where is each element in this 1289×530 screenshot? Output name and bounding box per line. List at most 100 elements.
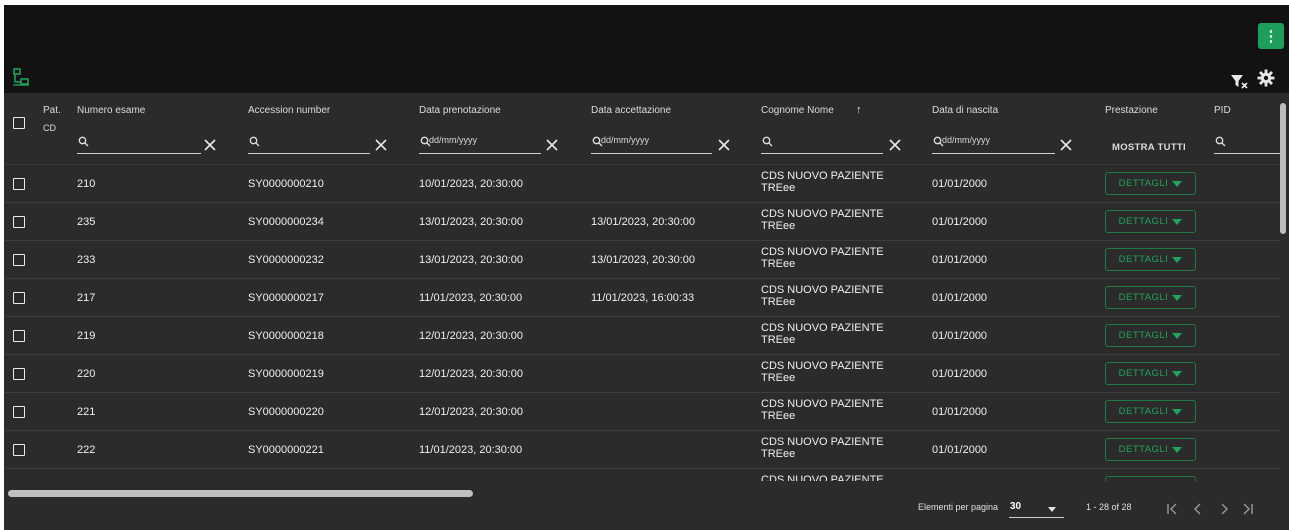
details-button[interactable]: DETTAGLI — [1105, 248, 1196, 271]
close-icon[interactable] — [204, 139, 216, 151]
data-nascita-filter-input[interactable]: dd/mm/yyyy — [932, 133, 1055, 154]
cognome-nome-line1: CDS NUOVO PAZIENTE — [761, 436, 884, 448]
caret-down-icon — [1172, 218, 1183, 225]
table-header: Pat. CD Numero esame Accession number Da… — [4, 93, 1280, 165]
column-header-numero-esame[interactable]: Numero esame — [77, 105, 145, 116]
sort-ascending-icon[interactable]: ↑ — [856, 104, 862, 116]
numero-esame-filter-input[interactable] — [77, 133, 201, 154]
horizontal-scrollbar[interactable] — [4, 487, 1289, 497]
details-button-label: DETTAGLI — [1118, 292, 1169, 303]
table-row[interactable]: 221 SY0000000220 12/01/2023, 20:30:00 CDS N… — [4, 393, 1280, 431]
accession-cell: SY0000000210 — [248, 178, 324, 190]
row-checkbox[interactable] — [13, 330, 25, 342]
table-row[interactable]: 233 SY0000000232 13/01/2023, 20:30:00 13/01… — [4, 241, 1280, 279]
details-button[interactable]: DETTAGLI — [1105, 172, 1196, 195]
row-checkbox[interactable] — [13, 292, 25, 304]
data-prenotazione-cell: 13/01/2023, 20:30:00 — [419, 254, 523, 266]
row-checkbox[interactable] — [13, 406, 25, 418]
paginator: Elementi per pagina 30 1 - 28 of 28 — [4, 497, 1289, 530]
column-header-data-nascita[interactable]: Data di nascita — [932, 105, 998, 116]
data-prenotazione-cell: 11/01/2023, 20:30:00 — [419, 444, 523, 456]
search-icon — [762, 136, 773, 147]
table-row[interactable]: 235 SY0000000234 13/01/2023, 20:30:00 13/01… — [4, 203, 1280, 241]
gear-icon[interactable] — [1257, 69, 1275, 87]
horizontal-scrollbar-thumb[interactable] — [8, 490, 473, 497]
data-nascita-cell: 01/01/2000 — [932, 406, 988, 418]
column-header-data-accettazione[interactable]: Data accettazione — [591, 105, 671, 116]
close-icon[interactable] — [718, 139, 730, 151]
cognome-nome-filter-input[interactable] — [761, 133, 883, 154]
table-row[interactable]: 217 SY0000000217 11/01/2023, 20:30:00 11/01… — [4, 279, 1280, 317]
details-button[interactable]: DETTAGLI — [1105, 210, 1196, 233]
cognome-nome-line2: TREee — [761, 220, 796, 232]
date-placeholder: dd/mm/yyyy — [601, 135, 650, 145]
data-prenotazione-filter-input[interactable]: dd/mm/yyyy — [419, 133, 541, 154]
data-nascita-cell: 01/01/2000 — [932, 330, 988, 342]
row-checkbox[interactable] — [13, 216, 25, 228]
cognome-nome-line1: CDS NUOVO PAZIENTE — [761, 322, 884, 334]
table-row[interactable]: 210 SY0000000210 10/01/2023, 20:30:00 CDS N… — [4, 165, 1280, 203]
more-menu-button[interactable]: ⋮ — [1258, 23, 1284, 49]
numero-esame-cell: 235 — [77, 216, 96, 228]
cognome-nome-line1: CDS NUOVO PAZIENTE — [761, 284, 884, 296]
data-prenotazione-cell: 13/01/2023, 20:30:00 — [419, 216, 523, 228]
cognome-nome-line1: CDS NUOVO PAZIENTE — [761, 360, 884, 372]
caret-down-icon — [1172, 408, 1183, 415]
pid-filter-input[interactable] — [1214, 133, 1280, 154]
numero-esame-cell: 210 — [77, 178, 96, 190]
data-accettazione-cell: 11/01/2023, 16:00:33 — [591, 292, 695, 304]
numero-esame-cell: 220 — [77, 368, 96, 380]
page-range-label: 1 - 28 of 28 — [1086, 502, 1132, 512]
row-checkbox[interactable] — [13, 254, 25, 266]
table-row[interactable]: 223SY000000022222/01/2023, 20:30:00CDS N… — [4, 469, 1280, 481]
next-page-icon[interactable] — [1216, 501, 1232, 517]
data-accettazione-filter-input[interactable]: dd/mm/yyyy — [591, 133, 712, 154]
column-header-cognome-nome[interactable]: Cognome Nome — [761, 105, 834, 116]
details-button[interactable]: DETTAGLI — [1105, 476, 1196, 481]
numero-esame-cell: 222 — [77, 444, 96, 456]
column-header-prestazione[interactable]: Prestazione — [1105, 105, 1158, 116]
details-button[interactable]: DETTAGLI — [1105, 362, 1196, 385]
row-checkbox[interactable] — [13, 444, 25, 456]
close-icon[interactable] — [375, 139, 387, 151]
previous-page-icon[interactable] — [1190, 501, 1206, 517]
table-row[interactable]: 222 SY0000000221 11/01/2023, 20:30:00 CDS N… — [4, 431, 1280, 469]
last-page-icon[interactable] — [1240, 501, 1256, 517]
numero-esame-cell: 221 — [77, 406, 96, 418]
details-button-label: DETTAGLI — [1118, 368, 1169, 379]
accession-filter-input[interactable] — [248, 133, 370, 154]
row-checkbox[interactable] — [13, 368, 25, 380]
data-prenotazione-cell: 12/01/2023, 20:30:00 — [419, 406, 523, 418]
close-icon[interactable] — [1060, 139, 1072, 151]
table-row[interactable]: 220 SY0000000219 12/01/2023, 20:30:00 CDS N… — [4, 355, 1280, 393]
column-header-pid[interactable]: PID — [1214, 105, 1231, 116]
details-button[interactable]: DETTAGLI — [1105, 324, 1196, 347]
table-row[interactable]: 219 SY0000000218 12/01/2023, 20:30:00 CDS N… — [4, 317, 1280, 355]
select-all-checkbox[interactable] — [13, 117, 25, 129]
details-button-label: DETTAGLI — [1118, 216, 1169, 227]
data-nascita-cell: 01/01/2000 — [932, 368, 988, 380]
filter-clear-icon[interactable] — [1229, 71, 1249, 91]
items-per-page-select[interactable]: 30 — [1010, 501, 1021, 512]
details-button[interactable]: DETTAGLI — [1105, 400, 1196, 423]
row-checkbox[interactable] — [13, 178, 25, 190]
data-nascita-cell: 01/01/2000 — [932, 178, 988, 190]
details-button[interactable]: DETTAGLI — [1105, 286, 1196, 309]
sitemap-icon[interactable] — [12, 68, 30, 86]
cognome-nome-line1: CDS NUOVO PAZIENTE — [761, 170, 884, 182]
data-prenotazione-cell: 10/01/2023, 20:30:00 — [419, 178, 523, 190]
column-header-accession-number[interactable]: Accession number — [248, 105, 330, 116]
top-bar: ⋮ — [4, 5, 1289, 93]
accession-cell: SY0000000218 — [248, 330, 324, 342]
column-header-data-prenotazione[interactable]: Data prenotazione — [419, 105, 501, 116]
show-all-button[interactable]: MOSTRA TUTTI — [1112, 142, 1186, 153]
details-button[interactable]: DETTAGLI — [1105, 438, 1196, 461]
first-page-icon[interactable] — [1164, 501, 1180, 517]
details-button-label: DETTAGLI — [1118, 178, 1169, 189]
close-icon[interactable] — [546, 139, 558, 151]
chevron-down-icon[interactable] — [1048, 507, 1056, 512]
column-header-pat[interactable]: Pat. — [43, 105, 61, 116]
close-icon[interactable] — [889, 139, 901, 151]
data-prenotazione-cell: 11/01/2023, 20:30:00 — [419, 292, 523, 304]
vertical-scrollbar-thumb[interactable] — [1280, 103, 1286, 234]
